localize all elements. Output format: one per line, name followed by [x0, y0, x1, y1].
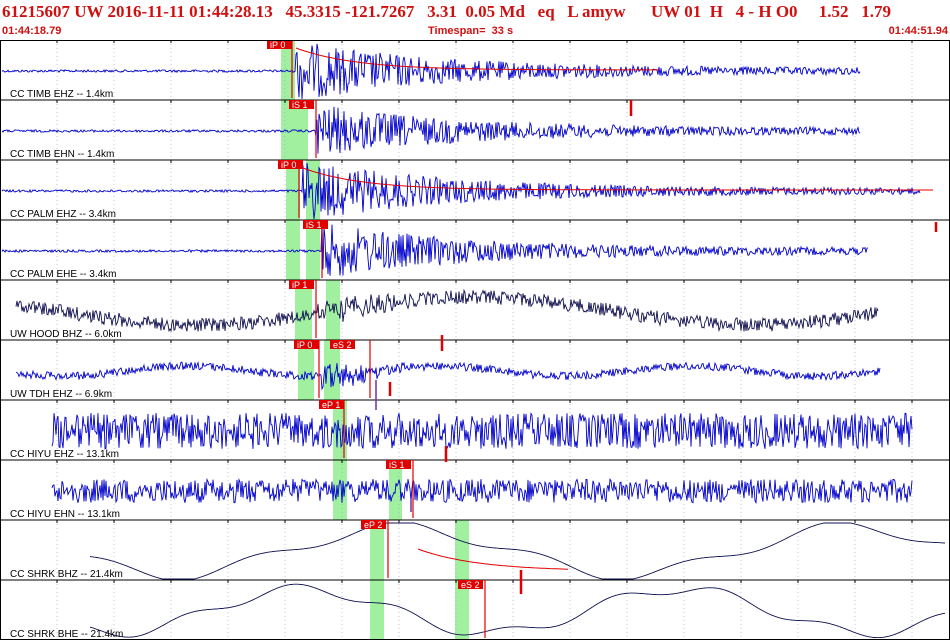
pick-label: eP 2: [364, 520, 382, 530]
seismogram-panel[interactable]: CC TIMB EHZ -- 1.4km iP 0 CC TIMB EHN -- 1…: [0, 40, 950, 640]
pick-label: iP 0: [281, 160, 296, 170]
pick-label: iP 0: [297, 340, 312, 350]
waveform-trace[interactable]: [51, 412, 913, 450]
waveform-trace[interactable]: [1, 106, 861, 154]
pick-label: iP 0: [270, 40, 285, 50]
waveform-trace[interactable]: [15, 288, 879, 333]
header-bar: 61215607 UW 2016-11-11 01:44:28.13 45.33…: [0, 0, 950, 40]
station-label: UW TDH EHZ -- 6.9km: [10, 389, 112, 400]
event-summary-title: 61215607 UW 2016-11-11 01:44:28.13 45.33…: [2, 2, 892, 21]
start-time-label: 01:44:18.79: [2, 25, 62, 37]
waveform-trace[interactable]: [89, 583, 946, 639]
pick-label: iS 1: [306, 220, 322, 230]
analysis-window: [326, 280, 340, 340]
station-label: CC PALM EHZ -- 3.4km: [10, 209, 116, 220]
waveform-trace[interactable]: [1, 43, 861, 100]
waveform-trace[interactable]: [51, 477, 913, 505]
pick-label: eP 1: [322, 400, 340, 410]
pick-label: eS 2: [333, 340, 352, 350]
waveform-trace[interactable]: [15, 360, 881, 391]
waveform-trace[interactable]: [89, 522, 945, 580]
station-label: CC PALM EHE -- 3.4km: [10, 269, 117, 280]
station-label: CC SHRK BHE -- 21.4km: [10, 629, 123, 640]
pick-label: iS 1: [292, 100, 308, 110]
station-label: CC TIMB EHZ -- 1.4km: [10, 89, 113, 100]
station-label: UW HOOD BHZ -- 6.0km: [10, 329, 122, 340]
end-time-label: 01:44:51.94: [888, 25, 948, 37]
waveform-trace[interactable]: [1, 222, 869, 276]
coda-decay-curve: [417, 548, 569, 570]
station-label: CC SHRK BHZ -- 21.4km: [10, 569, 123, 580]
analysis-window: [455, 520, 469, 580]
station-label: CC HIYU EHZ -- 13.1km: [10, 449, 119, 460]
analysis-window: [370, 580, 384, 640]
waveform-trace[interactable]: [1, 162, 921, 220]
timespan-label: Timespan= 33 s: [428, 25, 514, 37]
station-label: CC HIYU EHN -- 13.1km: [10, 509, 120, 520]
pick-label: eS 2: [461, 580, 480, 590]
station-label: CC TIMB EHN -- 1.4km: [10, 149, 114, 160]
pick-label: iP 1: [292, 280, 307, 290]
pick-label: iS 1: [389, 460, 405, 470]
